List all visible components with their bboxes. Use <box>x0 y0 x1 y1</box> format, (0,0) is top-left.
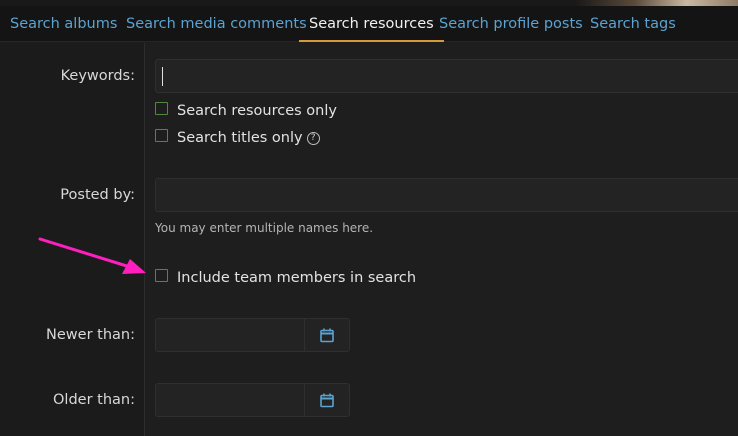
older-than-date-input[interactable] <box>155 383 350 417</box>
tab-search-albums[interactable]: Search albums <box>10 6 117 42</box>
checkbox-box[interactable] <box>155 101 168 115</box>
include-team-members-checkbox[interactable]: Include team members in search <box>155 268 416 288</box>
search-titles-only-label: Search titles only <box>177 130 303 146</box>
search-tabs: Search albums Search media comments Sear… <box>0 6 738 42</box>
tab-search-profile-posts[interactable]: Search profile posts <box>439 6 583 42</box>
tab-search-media-comments[interactable]: Search media comments <box>126 6 307 42</box>
search-resources-only-label: Search resources only <box>177 103 337 119</box>
search-titles-only-checkbox[interactable]: Search titles only ? <box>155 128 320 148</box>
help-icon[interactable]: ? <box>306 131 320 145</box>
tab-search-resources[interactable]: Search resources <box>299 6 444 42</box>
newer-than-calendar-button[interactable] <box>304 319 349 351</box>
checkbox-box[interactable] <box>155 268 168 282</box>
include-team-members-label: Include team members in search <box>177 270 417 286</box>
keywords-label: Keywords: <box>60 68 135 84</box>
newer-than-date-input[interactable] <box>155 318 350 352</box>
checkbox-box[interactable] <box>155 128 168 142</box>
calendar-icon <box>320 328 334 342</box>
keywords-input[interactable] <box>155 59 738 93</box>
text-caret <box>162 67 163 86</box>
posted-by-input[interactable] <box>155 178 738 212</box>
newer-than-label: Newer than: <box>46 327 135 343</box>
pink-arrow-annotation <box>38 237 146 274</box>
search-resources-only-checkbox[interactable]: Search resources only <box>155 101 337 121</box>
posted-by-label: Posted by: <box>60 187 135 203</box>
older-than-label: Older than: <box>53 392 135 408</box>
calendar-icon <box>320 393 334 407</box>
tab-search-tags[interactable]: Search tags <box>590 6 676 42</box>
posted-by-hint: You may enter multiple names here. <box>155 221 374 235</box>
older-than-calendar-button[interactable] <box>304 384 349 416</box>
